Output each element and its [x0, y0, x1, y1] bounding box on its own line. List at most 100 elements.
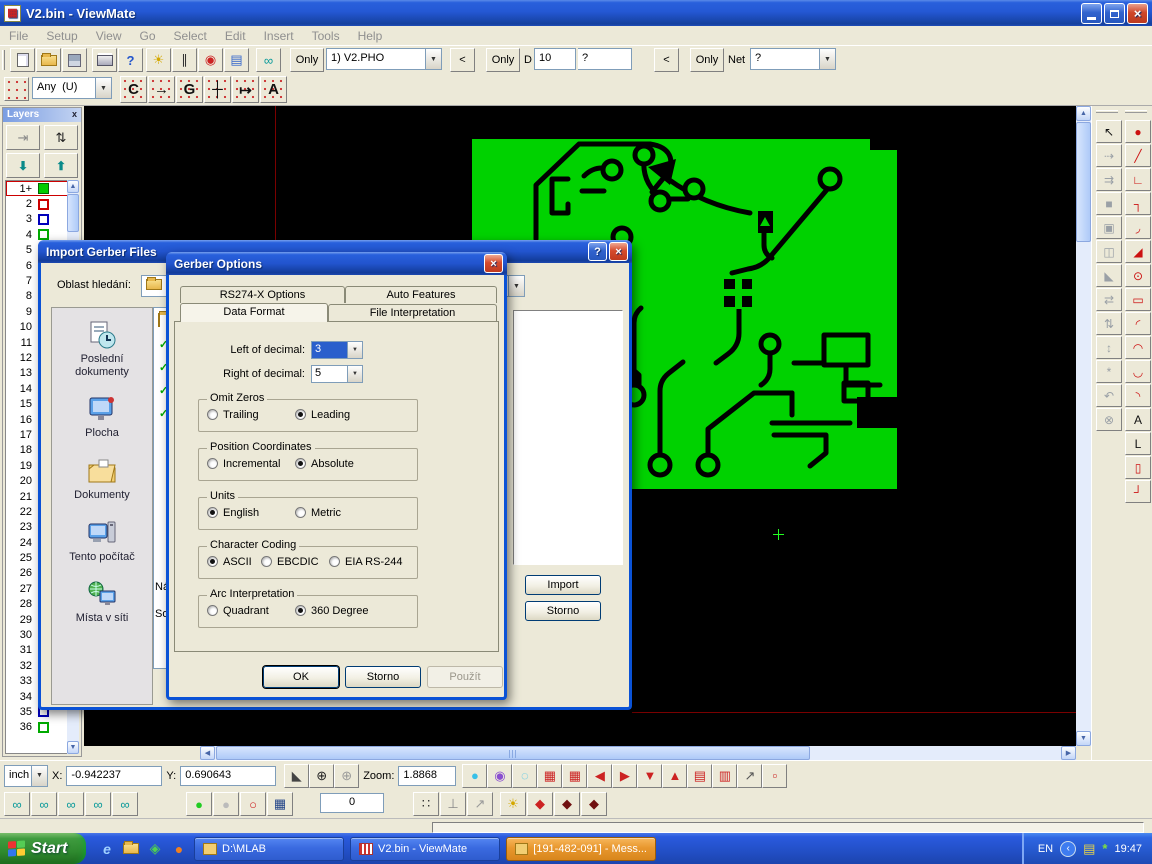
highlight-on-button[interactable]: ●	[186, 792, 212, 816]
layer-combo[interactable]: 1) V2.PHO ▼	[326, 48, 442, 70]
menu-item-edit[interactable]: Edit	[216, 27, 255, 45]
unit-combo[interactable]: inch ▼	[4, 765, 48, 787]
dcode-input[interactable]: 10	[534, 48, 576, 70]
view-all-button[interactable]: ∞	[112, 792, 138, 816]
only-layer-button[interactable]: Only	[290, 48, 324, 72]
view-underline-button[interactable]: ∞	[31, 792, 57, 816]
prev-layer-button[interactable]: <	[450, 48, 475, 72]
draw-tool-7-button[interactable]: ▭	[1125, 288, 1151, 311]
scroll-right-icon[interactable]: ▶	[1061, 746, 1076, 760]
draw-tool-6-button[interactable]: ⊙	[1125, 264, 1151, 287]
pan-down-button[interactable]: ▼	[637, 764, 662, 788]
dialog-close-button[interactable]: ×	[609, 242, 628, 261]
highlight-pad-button[interactable]: ┼	[204, 76, 231, 103]
vector-button[interactable]: ↗	[467, 792, 493, 816]
layer-color-chip[interactable]	[38, 214, 49, 225]
ok-button[interactable]: OK	[263, 666, 339, 688]
context-help-button[interactable]: ?	[118, 48, 143, 72]
radio-360-degree[interactable]: 360 Degree	[295, 605, 369, 617]
origin-button[interactable]: ⊕	[309, 764, 334, 788]
language-indicator[interactable]: EN	[1038, 843, 1053, 855]
draw-tool-15-button[interactable]: ┘	[1125, 480, 1151, 503]
apply-button[interactable]: Použít	[427, 666, 503, 688]
protractor-button[interactable]: ◣	[284, 764, 309, 788]
new-button[interactable]	[10, 48, 35, 72]
radio-absolute[interactable]: Absolute	[295, 458, 354, 470]
edit-tool-3-button[interactable]: ■	[1096, 192, 1122, 215]
radio-leading[interactable]: Leading	[295, 409, 350, 421]
layer-row[interactable]: 1+	[6, 181, 70, 196]
taskbar-task-2[interactable]: [191-482-091] - Mess...	[506, 837, 656, 861]
dark-pad-button[interactable]: ◆	[554, 792, 580, 816]
edit-tool-6-button[interactable]: ◣	[1096, 264, 1122, 287]
chevron-down-icon[interactable]: ▼	[425, 49, 441, 69]
dialog-help-button[interactable]: ?	[588, 242, 607, 261]
menu-item-tools[interactable]: Tools	[303, 27, 349, 45]
chevron-down-icon[interactable]: ▼	[347, 342, 362, 358]
vscroll-thumb[interactable]	[1076, 122, 1091, 242]
aperture-list-button[interactable]: ☀	[146, 48, 171, 72]
cancel-button[interactable]: Storno	[345, 666, 421, 688]
layer-row[interactable]: 2	[6, 196, 70, 211]
grid-toggle-button[interactable]: ▦	[562, 764, 587, 788]
place-documents[interactable]: Dokumenty	[54, 456, 150, 502]
radio-trailing[interactable]: Trailing	[207, 409, 259, 421]
layer-insert-button[interactable]: ⇥	[6, 125, 40, 150]
place-recent-documents[interactable]: Poslední dokumenty	[54, 320, 150, 378]
zoom-in-button[interactable]: ●	[462, 764, 487, 788]
highlight-outline-button[interactable]: ○	[240, 792, 266, 816]
start-button[interactable]: Start	[0, 833, 86, 864]
chevron-down-icon[interactable]: ▼	[95, 78, 111, 98]
only-dcode-button[interactable]: Only	[486, 48, 520, 72]
scroll-left-icon[interactable]: ◀	[200, 746, 215, 760]
minimize-button[interactable]	[1081, 3, 1102, 24]
pad-pattern-button[interactable]: ◆	[527, 792, 553, 816]
import-cancel-button[interactable]: Storno	[525, 601, 601, 621]
place-network[interactable]: Místa v síti	[54, 579, 150, 625]
table-button[interactable]: ▦	[267, 792, 293, 816]
edit-tool-8-button[interactable]: ⇅	[1096, 312, 1122, 335]
grid-stats-button[interactable]: ▦	[537, 764, 562, 788]
highlight-arrow-button[interactable]: →	[148, 76, 175, 103]
menu-item-select[interactable]: Select	[165, 27, 216, 45]
canvas-vscrollbar[interactable]: ▲ ▼	[1076, 106, 1091, 746]
tab-file-interpretation[interactable]: File Interpretation	[328, 304, 497, 321]
edit-tool-11-button[interactable]: ↶	[1096, 384, 1122, 407]
folder-shortcut-icon[interactable]	[122, 840, 140, 858]
print-button[interactable]	[92, 48, 117, 72]
draw-tool-12-button[interactable]: A	[1125, 408, 1151, 431]
taskbar-task-0[interactable]: D:\MLAB	[194, 837, 344, 861]
zoom-window-button[interactable]: ◌	[512, 764, 537, 788]
tab-data-format[interactable]: Data Format	[180, 303, 328, 322]
layer-color-chip[interactable]	[38, 229, 49, 240]
chevron-down-icon[interactable]: ▼	[819, 49, 835, 69]
highlight-text-button[interactable]: A	[260, 76, 287, 103]
layer-colors-button[interactable]: ▤	[224, 48, 249, 72]
layers-scroll-thumb[interactable]	[67, 194, 79, 232]
measure-diagonal-button[interactable]: ↗	[737, 764, 762, 788]
anchor-button[interactable]: ⊥	[440, 792, 466, 816]
prev-dcode-button[interactable]: <	[654, 48, 679, 72]
draw-tool-4-button[interactable]: ◞	[1125, 216, 1151, 239]
grid-snap-button[interactable]: ▤	[687, 764, 712, 788]
menu-item-setup[interactable]: Setup	[37, 27, 86, 45]
draw-tool-8-button[interactable]: ◜	[1125, 312, 1151, 335]
net-combo[interactable]: ? ▼	[750, 48, 836, 70]
scroll-down-icon[interactable]: ▼	[1076, 731, 1091, 746]
edit-tool-5-button[interactable]: ◫	[1096, 240, 1122, 263]
place-desktop[interactable]: Plocha	[54, 394, 150, 440]
grid-dot-button[interactable]: ▥	[712, 764, 737, 788]
edit-tool-12-button[interactable]: ⊗	[1096, 408, 1122, 431]
highlight-g-button[interactable]: G	[176, 76, 203, 103]
open-button[interactable]	[36, 48, 61, 72]
grid-step-field[interactable]: 0	[320, 793, 384, 813]
restore-button[interactable]	[1104, 3, 1125, 24]
menu-item-help[interactable]: Help	[349, 27, 392, 45]
ie-icon[interactable]: e	[98, 840, 116, 858]
green-app-icon[interactable]: ◈	[146, 840, 164, 858]
draw-tool-13-button[interactable]: L	[1125, 432, 1151, 455]
select-area-button[interactable]: ▫	[762, 764, 787, 788]
view-flash-button[interactable]: ∞	[58, 792, 84, 816]
edit-tool-4-button[interactable]: ▣	[1096, 216, 1122, 239]
highlight-off-button[interactable]: ●	[213, 792, 239, 816]
